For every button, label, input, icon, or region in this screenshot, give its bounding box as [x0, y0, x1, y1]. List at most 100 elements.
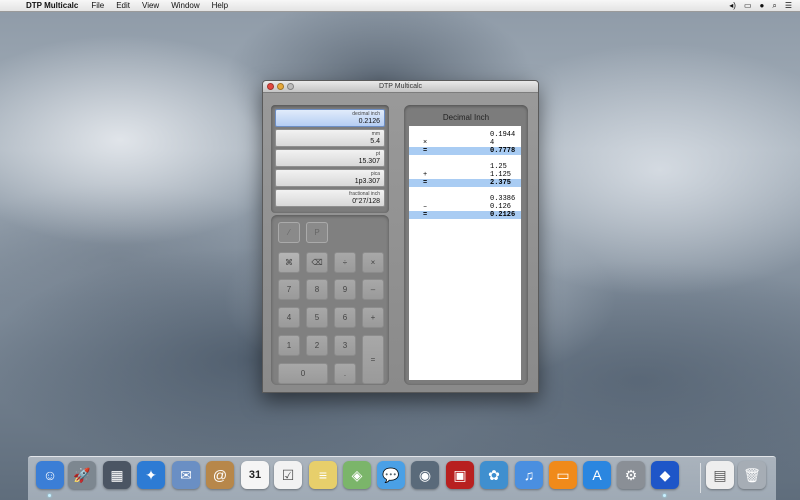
reminders-icon[interactable]: ☑	[274, 461, 302, 489]
itunes-icon[interactable]: ♫	[515, 461, 543, 489]
minimize-button[interactable]	[277, 83, 284, 90]
menu-help[interactable]: Help	[206, 1, 234, 10]
fraction-mode-button[interactable]: ⁄	[278, 222, 300, 243]
tape-row: 1.25	[409, 163, 521, 171]
mission-control-icon[interactable]: ▦	[103, 461, 131, 489]
equals-key[interactable]: =	[362, 335, 384, 384]
display-value: 0.2126	[358, 118, 380, 125]
menu-file[interactable]: File	[85, 1, 110, 10]
menu-app-name[interactable]: DTP Multicalc	[22, 1, 85, 10]
menu-edit[interactable]: Edit	[110, 1, 136, 10]
tape-result-row: = 0.7778	[409, 147, 521, 155]
digit-0-key[interactable]: 0	[278, 363, 328, 384]
tape-operator: =	[423, 179, 428, 187]
display-pica[interactable]: pica 1p3.307	[275, 169, 385, 187]
display-value: 15.307	[358, 158, 380, 165]
mail-icon[interactable]: ✉	[172, 461, 200, 489]
menu-bar: DTP Multicalc File Edit View Window Help…	[0, 0, 800, 12]
tape-result-row: = 2.375	[409, 179, 521, 187]
pica-mode-button[interactable]: P	[306, 222, 328, 243]
menu-window[interactable]: Window	[165, 1, 205, 10]
display-fractional-inch[interactable]: fractional inch 0"27/128	[275, 189, 385, 207]
digit-3-key[interactable]: 3	[334, 335, 356, 356]
tape-row: 0.3386	[409, 195, 521, 203]
dock-separator	[700, 463, 701, 493]
title-bar[interactable]: DTP Multicalc	[263, 81, 538, 93]
zoom-button[interactable]	[287, 83, 294, 90]
tape-gap	[409, 187, 521, 195]
backspace-key[interactable]: ⌫	[306, 252, 328, 273]
spotlight-icon[interactable]: ⌕	[772, 1, 776, 11]
notification-center-icon[interactable]: ☰	[785, 1, 792, 10]
photo-booth-icon[interactable]: ▣	[446, 461, 474, 489]
digit-8-key[interactable]: 8	[306, 279, 328, 300]
documents-stack-icon[interactable]: ▤	[706, 461, 734, 489]
divide-key[interactable]: ÷	[334, 252, 356, 273]
digit-9-key[interactable]: 9	[334, 279, 356, 300]
tape-result-row: = 0.2126	[409, 211, 521, 219]
unit-display-panel: decimal inch 0.2126 mm 5.4 pt 15.307 pic…	[271, 105, 389, 213]
multiply-key[interactable]: ×	[362, 252, 384, 273]
iphoto-icon[interactable]: ✿	[480, 461, 508, 489]
tape-number: 0.3386	[490, 195, 516, 203]
display-value: 0"27/128	[352, 198, 380, 205]
volume-icon[interactable]: ◂)	[729, 1, 736, 10]
tape-number: 1.25	[490, 163, 507, 171]
menu-extras: ◂) ▭ ● ⌕ ☰	[729, 1, 800, 11]
close-button[interactable]	[267, 83, 274, 90]
trash-icon[interactable]: 🗑	[738, 461, 766, 489]
app-store-icon[interactable]: A	[583, 461, 611, 489]
window-title: DTP Multicalc	[378, 83, 423, 90]
digit-7-key[interactable]: 7	[278, 279, 300, 300]
display-value: 5.4	[370, 138, 380, 145]
running-indicator	[663, 494, 666, 497]
battery-icon[interactable]: ▭	[744, 1, 752, 10]
facetime-icon[interactable]: ◉	[411, 461, 439, 489]
decimal-point-key[interactable]: .	[334, 363, 356, 384]
convert-key[interactable]: ⌘	[278, 252, 300, 273]
tape-row: 0.1944	[409, 131, 521, 139]
tape-operator: =	[423, 147, 428, 155]
dock: ☺ 🚀 ▦ ✦ ✉ @31 ☑ ≡ ◈ 💬 ◉ ▣ ✿ ♫ ▭ A ⚙ ◆ ▤ 🗑	[28, 456, 776, 500]
tape-number: 0.126	[490, 203, 512, 211]
tape-operator: =	[423, 211, 428, 219]
notes-icon[interactable]: ≡	[309, 461, 337, 489]
plus-key[interactable]: +	[362, 307, 384, 328]
user-icon[interactable]: ●	[760, 1, 765, 10]
digit-5-key[interactable]: 5	[306, 307, 328, 328]
display-pt[interactable]: pt 15.307	[275, 149, 385, 167]
running-indicator	[48, 494, 51, 497]
digit-6-key[interactable]: 6	[334, 307, 356, 328]
maps-icon[interactable]: ◈	[343, 461, 371, 489]
tape-title: Decimal Inch	[442, 113, 490, 122]
digit-4-key[interactable]: 4	[278, 307, 300, 328]
safari-icon[interactable]: ✦	[137, 461, 165, 489]
contacts-icon[interactable]: @	[206, 461, 234, 489]
tape-operator: +	[423, 171, 428, 179]
tape-number: 2.375	[490, 179, 512, 187]
system-preferences-icon[interactable]: ⚙	[617, 461, 645, 489]
tape-row: – 0.126	[409, 203, 521, 211]
display-decimal-inch[interactable]: decimal inch 0.2126	[275, 109, 385, 127]
tape-operator: –	[423, 203, 428, 211]
display-mm[interactable]: mm 5.4	[275, 129, 385, 147]
messages-icon[interactable]: 💬	[377, 461, 405, 489]
paper-tape[interactable]: 0.1944 × 4 = 0.7778 1.25 + 1.125 = 2.375	[409, 126, 521, 380]
tape-operator: ×	[423, 139, 428, 147]
tape-number: 0.7778	[490, 147, 516, 155]
menu-view[interactable]: View	[136, 1, 165, 10]
dtp-multicalc-icon[interactable]: ◆	[651, 461, 679, 489]
dtp-multicalc-window: DTP Multicalc decimal inch 0.2126 mm 5.4…	[262, 80, 539, 393]
tape-row: + 1.125	[409, 171, 521, 179]
tape-gap	[409, 155, 521, 163]
launchpad-icon[interactable]: 🚀	[68, 461, 96, 489]
digit-2-key[interactable]: 2	[306, 335, 328, 356]
finder-icon[interactable]: ☺	[36, 461, 64, 489]
tape-panel: Decimal Inch 0.1944 × 4 = 0.7778 1.25 + …	[404, 105, 528, 385]
tape-number: 1.125	[490, 171, 512, 179]
calendar-icon[interactable]: 31	[241, 461, 269, 489]
keypad-panel: ⁄ P ⌘ ⌫ ÷ × 7 8 9 – 4 5 6 + 1 2 3 = 0 .	[271, 215, 389, 385]
digit-1-key[interactable]: 1	[278, 335, 300, 356]
minus-key[interactable]: –	[362, 279, 384, 300]
ibooks-icon[interactable]: ▭	[549, 461, 577, 489]
